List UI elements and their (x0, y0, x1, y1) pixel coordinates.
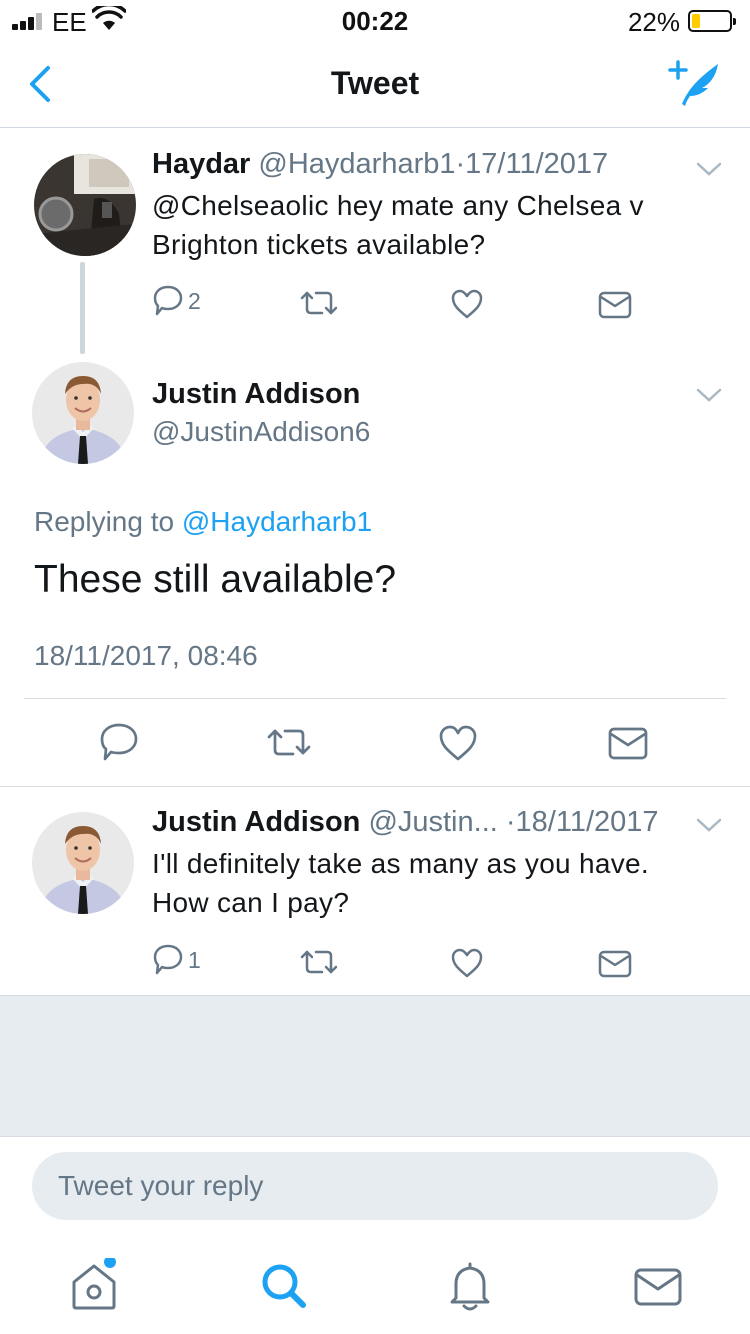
navigation-bar: Tweet (0, 40, 750, 128)
retweet-icon[interactable] (300, 942, 338, 982)
avatar[interactable] (32, 812, 134, 914)
replying-to-label: Replying to @Haydarharb1 (34, 506, 372, 538)
thread-connector-line (80, 262, 85, 354)
tweet-text: @Chelseaolic hey mate any Chelsea v Brig… (152, 186, 644, 264)
like-heart-icon[interactable] (438, 723, 478, 763)
car-photo-avatar-image (34, 154, 136, 256)
battery-percentage: 22% (627, 7, 680, 37)
tweet-date: 17/11/2017 (465, 148, 609, 180)
tweet-text-line: @Chelseaolic hey mate any Chelsea v (152, 190, 644, 221)
reply-count: 2 (188, 287, 201, 314)
reply-button[interactable]: 2 (152, 281, 201, 321)
page-title: Tweet (330, 65, 420, 101)
chevron-down-icon[interactable] (695, 816, 723, 834)
tweet-date: 18/11/2017 (515, 806, 659, 838)
battery-level-fill (692, 14, 700, 28)
direct-message-icon[interactable] (608, 724, 648, 764)
like-heart-icon[interactable] (450, 943, 484, 983)
tweet-header: Haydar @Haydarharb1·17/11/2017 (152, 148, 608, 181)
avatar[interactable] (32, 362, 134, 464)
author-handle[interactable]: @Justin... (368, 806, 497, 838)
divider (24, 698, 726, 699)
retweet-icon[interactable] (266, 722, 312, 762)
author-handle[interactable]: @Haydarharb1 (258, 148, 455, 180)
retweet-icon[interactable] (300, 283, 338, 323)
tweet-text: These still available? (34, 558, 397, 601)
tweet-text-line: How can I pay? (152, 887, 350, 918)
direct-message-icon[interactable] (598, 944, 632, 984)
divider (0, 786, 750, 787)
replying-prefix: Replying to (34, 506, 175, 537)
notifications-icon[interactable] (442, 1258, 498, 1314)
avatar[interactable] (34, 154, 136, 256)
like-heart-icon[interactable] (450, 284, 484, 324)
author-name[interactable]: Justin Addison (152, 378, 360, 411)
tweet-reply-input[interactable] (32, 1152, 718, 1220)
reply-icon (153, 944, 183, 975)
direct-message-icon[interactable] (598, 285, 632, 325)
empty-timeline-area (0, 995, 750, 1137)
chevron-down-icon[interactable] (695, 160, 723, 178)
reply-button[interactable]: 1 (152, 940, 201, 980)
separator-dot: · (455, 148, 466, 180)
tweet-text-line: I'll definitely take as many as you have… (152, 848, 650, 879)
tweet-text-line: Brighton tickets available? (152, 229, 486, 260)
compose-tweet-icon[interactable] (666, 58, 722, 110)
tweet-text: I'll definitely take as many as you have… (152, 844, 649, 922)
replying-to-link[interactable]: @Haydarharb1 (182, 506, 372, 537)
author-handle[interactable]: @JustinAddison6 (152, 416, 370, 448)
tweet-timestamp: 18/11/2017, 08:46 (34, 640, 258, 671)
status-bar: EE 00:22 22% (0, 0, 750, 40)
new-content-dot (104, 1258, 116, 1268)
messages-icon[interactable] (630, 1258, 686, 1314)
author-name[interactable]: Haydar (152, 148, 250, 180)
reply-icon[interactable] (99, 722, 139, 762)
profile-photo-avatar-image (32, 812, 134, 914)
tweet-header: Justin Addison @Justin... ·18/11/2017 (152, 806, 659, 839)
home-icon[interactable] (66, 1258, 122, 1314)
reply-count: 1 (188, 946, 201, 973)
chevron-down-icon[interactable] (695, 386, 723, 404)
search-icon[interactable] (256, 1258, 312, 1314)
battery-icon (688, 10, 736, 32)
reply-icon (153, 285, 183, 316)
profile-photo-avatar-image (32, 362, 134, 464)
separator-dot: · (505, 806, 516, 838)
author-name[interactable]: Justin Addison (152, 806, 360, 838)
